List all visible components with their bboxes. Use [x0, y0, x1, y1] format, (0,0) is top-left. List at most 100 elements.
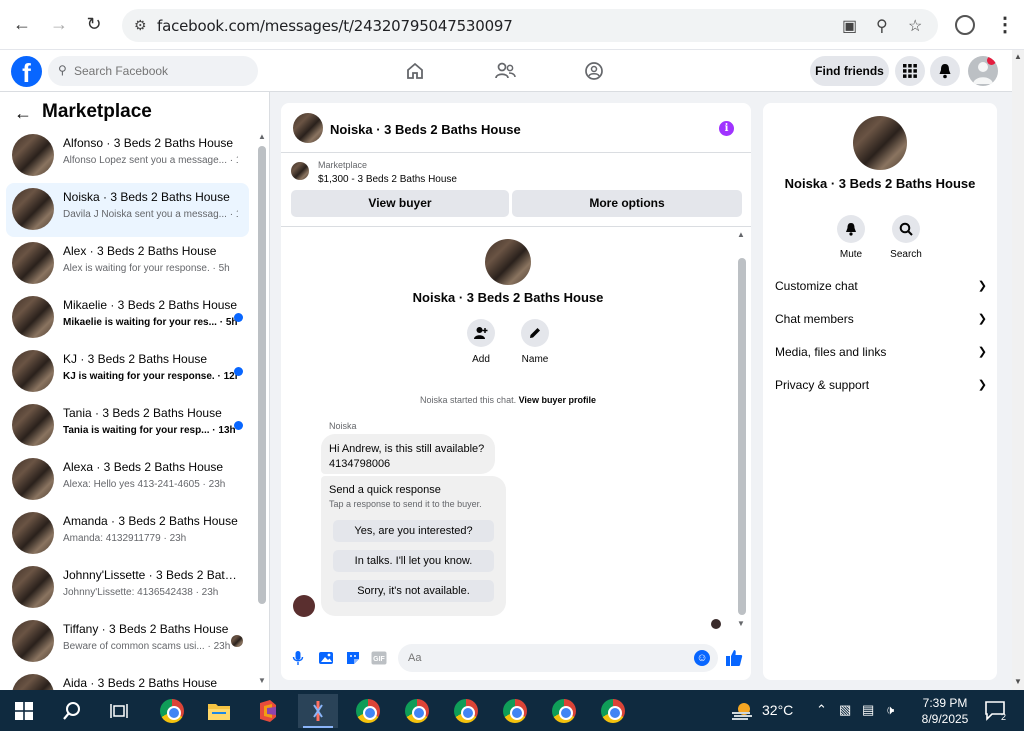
- chrome-profile-icon[interactable]: [446, 694, 486, 728]
- chrome-profile-icon[interactable]: [593, 694, 633, 728]
- message-input-box[interactable]: ☺: [398, 644, 718, 672]
- conversation-name: Tiffany · 3 Beds 2 Baths House: [63, 622, 229, 636]
- customize-chat-section[interactable]: Customize chat ❯: [775, 279, 987, 299]
- emoji-icon[interactable]: ☺: [694, 650, 710, 666]
- conversation-item[interactable]: KJ · 3 Beds 2 Baths House KJ is waiting …: [6, 345, 249, 399]
- conversation-item[interactable]: Tania · 3 Beds 2 Baths House Tania is wa…: [6, 399, 249, 453]
- volume-icon[interactable]: 🕩: [886, 702, 894, 718]
- file-explorer-icon[interactable]: [199, 694, 239, 728]
- address-bar[interactable]: ⚙ facebook.com/messages/t/24320795047530…: [122, 9, 938, 42]
- scroll-up-arrow-icon[interactable]: ▲: [1014, 52, 1022, 61]
- conversation-name: Alex · 3 Beds 2 Baths House: [63, 244, 217, 258]
- browser-menu-icon[interactable]: ⋮: [995, 12, 1015, 37]
- conversation-item[interactable]: Mikaelie · 3 Beds 2 Baths House Mikaelie…: [6, 291, 249, 345]
- notification-center-icon[interactable]: 2: [976, 694, 1016, 728]
- photo-icon[interactable]: [317, 649, 335, 667]
- temperature-text[interactable]: 32°C: [762, 702, 793, 718]
- microphone-icon[interactable]: [289, 649, 307, 667]
- search-box[interactable]: ⚲: [48, 56, 258, 86]
- thread-name: Noiska · 3 Beds 2 Baths House: [412, 290, 604, 305]
- weather-icon[interactable]: [722, 694, 762, 728]
- chevron-down-icon: ❯: [977, 346, 987, 358]
- task-view-icon[interactable]: [99, 694, 139, 728]
- name-button[interactable]: Name: [515, 319, 555, 365]
- message-thread: Noiska · 3 Beds 2 Baths House Add Name N…: [281, 227, 751, 637]
- chrome-profile-icon[interactable]: [348, 694, 388, 728]
- add-button[interactable]: Add: [461, 319, 501, 365]
- incoming-message[interactable]: Hi Andrew, is this still available? 4134…: [321, 434, 495, 474]
- bookmark-star-icon[interactable]: ☆: [908, 16, 922, 36]
- conversation-item[interactable]: Alex · 3 Beds 2 Baths House Alex is wait…: [6, 237, 249, 291]
- zoom-icon[interactable]: ⚲: [876, 16, 888, 36]
- conversation-item[interactable]: Alfonso · 3 Beds 2 Baths House Alfonso L…: [6, 129, 249, 183]
- conversation-item[interactable]: Amanda · 3 Beds 2 Baths House Amanda: 41…: [6, 507, 249, 561]
- conversation-item[interactable]: Alexa · 3 Beds 2 Baths House Alexa: Hell…: [6, 453, 249, 507]
- notifications-bell-icon[interactable]: [930, 56, 960, 86]
- more-options-button[interactable]: More options: [512, 190, 742, 217]
- scroll-up-arrow-icon[interactable]: ▲: [737, 230, 745, 239]
- find-friends-button[interactable]: Find friends: [810, 56, 889, 86]
- scroll-down-arrow-icon[interactable]: ▼: [1014, 677, 1022, 686]
- url-text[interactable]: facebook.com/messages/t/2432079504753009…: [157, 17, 513, 35]
- tray-chevron-up-icon[interactable]: ⌃: [816, 702, 827, 718]
- chat-members-section[interactable]: Chat members ❯: [775, 312, 987, 332]
- message-input[interactable]: [408, 649, 688, 667]
- quick-response-button[interactable]: Yes, are you interested?: [333, 520, 494, 542]
- info-icon[interactable]: i: [719, 121, 734, 136]
- conversation-item[interactable]: Aida · 3 Beds 2 Baths House: [6, 669, 249, 690]
- privacy-support-section[interactable]: Privacy & support ❯: [775, 378, 987, 398]
- sidebar-scrollbar[interactable]: [258, 146, 266, 604]
- search-icon[interactable]: [52, 694, 92, 728]
- system-clock[interactable]: 7:39 PM 8/9/2025: [915, 695, 975, 727]
- groups-icon[interactable]: [581, 58, 607, 84]
- conversation-item[interactable]: Tiffany · 3 Beds 2 Baths House Beware of…: [6, 615, 249, 669]
- chat-title[interactable]: Noiska · 3 Beds 2 Baths House: [330, 122, 521, 137]
- forward-icon[interactable]: →: [45, 10, 73, 38]
- menu-grid-icon[interactable]: [895, 56, 925, 86]
- scroll-down-arrow-icon[interactable]: ▼: [258, 676, 266, 685]
- conversation-item-active[interactable]: Noiska · 3 Beds 2 Baths House Davila J N…: [6, 183, 249, 237]
- chat-avatar[interactable]: [293, 113, 323, 143]
- profile-avatar[interactable]: [968, 56, 998, 86]
- search-input[interactable]: [74, 61, 249, 81]
- site-info-icon[interactable]: ⚙: [134, 17, 147, 34]
- chrome-icon[interactable]: [152, 694, 192, 728]
- chrome-profile-icon[interactable]: [495, 694, 535, 728]
- gif-icon[interactable]: GIF: [370, 649, 388, 667]
- thumbs-up-icon[interactable]: [725, 649, 743, 667]
- account-icon[interactable]: [955, 15, 975, 35]
- media-files-links-section[interactable]: Media, files and links ❯: [775, 345, 987, 365]
- snipping-tool-icon[interactable]: [298, 694, 338, 728]
- chat-scrollbar[interactable]: [738, 258, 746, 615]
- conversation-preview: Tania is waiting for your resp... · 13h: [63, 425, 236, 436]
- mute-button[interactable]: Mute: [829, 215, 873, 260]
- quick-response-button[interactable]: Sorry, it's not available.: [333, 580, 494, 602]
- chrome-profile-icon[interactable]: [397, 694, 437, 728]
- network-icon[interactable]: ▤: [862, 702, 874, 718]
- facebook-logo[interactable]: f: [11, 56, 42, 87]
- search-conversation-button[interactable]: Search: [884, 215, 928, 260]
- scroll-down-arrow-icon[interactable]: ▼: [737, 619, 745, 628]
- chrome-profile-icon[interactable]: [544, 694, 584, 728]
- friends-icon[interactable]: [492, 58, 518, 84]
- back-icon[interactable]: ←: [8, 10, 36, 38]
- reload-icon[interactable]: ↻: [80, 10, 108, 38]
- quick-response-button[interactable]: In talks. I'll let you know.: [333, 550, 494, 572]
- install-app-icon[interactable]: ▣: [842, 16, 857, 36]
- page-scrollbar[interactable]: ▲ ▼: [1012, 50, 1024, 690]
- meet-now-icon[interactable]: ▧: [839, 702, 851, 718]
- windows-start-icon[interactable]: [4, 694, 44, 728]
- conversation-item[interactable]: Johnny'Lissette · 3 Beds 2 Baths... John…: [6, 561, 249, 615]
- back-arrow-icon[interactable]: ←: [14, 103, 32, 124]
- conversation-name: Mikaelie · 3 Beds 2 Baths House: [63, 298, 238, 312]
- sticker-icon[interactable]: [344, 649, 362, 667]
- conversation-preview: Johnny'Lissette: 4136542438 · 23h: [63, 587, 219, 598]
- home-icon[interactable]: [402, 58, 428, 84]
- section-label: Privacy & support: [775, 378, 870, 392]
- office-app-icon[interactable]: [248, 694, 288, 728]
- scroll-up-arrow-icon[interactable]: ▲: [258, 132, 266, 141]
- view-buyer-button[interactable]: View buyer: [291, 190, 509, 217]
- view-buyer-profile-link[interactable]: View buyer profile: [519, 395, 596, 405]
- conversation-preview: Davila J Noiska sent you a messag... · 1…: [63, 209, 238, 220]
- listing-title[interactable]: $1,300 - 3 Beds 2 Baths House: [318, 174, 457, 185]
